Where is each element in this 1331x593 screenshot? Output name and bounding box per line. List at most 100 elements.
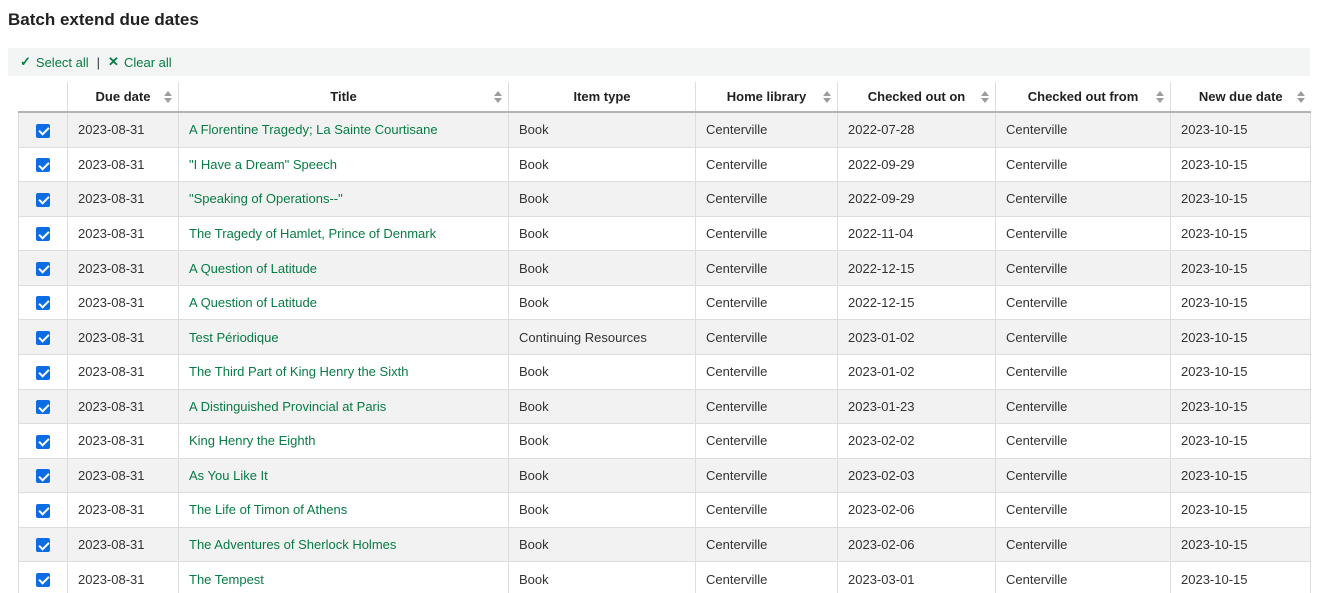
title-link[interactable]: The Third Part of King Henry the Sixth	[189, 364, 408, 379]
sort-icon[interactable]	[1297, 91, 1305, 103]
cell-checked-out-on: 2022-07-28	[838, 112, 996, 147]
page-title: Batch extend due dates	[8, 8, 1323, 32]
row-checkbox[interactable]	[36, 538, 50, 552]
sort-icon[interactable]	[164, 91, 172, 103]
table-row: 2023-08-31 The Adventures of Sherlock Hol…	[19, 527, 1311, 562]
cell-item-type: Book	[509, 147, 696, 182]
table-row: 2023-08-31King Henry the EighthBookCente…	[19, 424, 1311, 459]
title-link[interactable]: A Distinguished Provincial at Paris	[189, 399, 386, 414]
title-link[interactable]: A Question of Latitude	[189, 295, 317, 310]
checkbox-cell	[19, 458, 68, 493]
cell-due-date: 2023-08-31	[68, 458, 179, 493]
column-header-checked_out_from[interactable]: Checked out from	[996, 82, 1171, 112]
select-all-link[interactable]: ✓ Select all	[20, 54, 89, 70]
cell-title: "Speaking of Operations--"	[179, 182, 509, 217]
cell-checked-out-from: Centerville	[996, 320, 1171, 355]
cell-checked-out-on: 2023-02-06	[838, 527, 996, 562]
cell-new-due-date: 2023-10-15	[1171, 458, 1311, 493]
row-checkbox[interactable]	[36, 296, 50, 310]
cell-checked-out-on: 2023-02-02	[838, 424, 996, 459]
row-checkbox[interactable]	[36, 504, 50, 518]
checkbox-cell	[19, 112, 68, 147]
title-link[interactable]: The Adventures of Sherlock Holmes	[189, 537, 396, 552]
cell-item-type: Book	[509, 216, 696, 251]
title-link[interactable]: A Florentine Tragedy; La Sainte Courtisa…	[189, 122, 438, 137]
column-header-home_library[interactable]: Home library	[696, 82, 838, 112]
title-link[interactable]: The Life of Timon of Athens	[189, 502, 347, 517]
table-row: 2023-08-31As You Like ItBookCenterville2…	[19, 458, 1311, 493]
cell-checked-out-from: Centerville	[996, 147, 1171, 182]
title-link[interactable]: "Speaking of Operations--"	[189, 191, 343, 206]
cell-checked-out-from: Centerville	[996, 216, 1171, 251]
sort-icon[interactable]	[494, 91, 502, 103]
checkbox-cell	[19, 285, 68, 320]
column-label: Item type	[573, 89, 630, 104]
clear-all-link[interactable]: ✕ Clear all	[108, 54, 172, 70]
cell-due-date: 2023-08-31	[68, 112, 179, 147]
cell-home-library: Centerville	[696, 527, 838, 562]
row-checkbox[interactable]	[36, 331, 50, 345]
sort-icon[interactable]	[1156, 91, 1164, 103]
cell-title: A Florentine Tragedy; La Sainte Courtisa…	[179, 112, 509, 147]
cell-new-due-date: 2023-10-15	[1171, 112, 1311, 147]
title-link[interactable]: A Question of Latitude	[189, 261, 317, 276]
row-checkbox[interactable]	[36, 469, 50, 483]
cell-new-due-date: 2023-10-15	[1171, 216, 1311, 251]
cell-home-library: Centerville	[696, 389, 838, 424]
title-link[interactable]: The Tempest	[189, 572, 264, 587]
cell-checked-out-on: 2023-03-01	[838, 562, 996, 593]
row-checkbox[interactable]	[36, 193, 50, 207]
checkbox-cell	[19, 527, 68, 562]
row-checkbox[interactable]	[36, 158, 50, 172]
title-link[interactable]: The Tragedy of Hamlet, Prince of Denmark	[189, 226, 436, 241]
cell-checked-out-from: Centerville	[996, 354, 1171, 389]
cell-home-library: Centerville	[696, 458, 838, 493]
table-row: 2023-08-31Test PériodiqueContinuing Reso…	[19, 320, 1311, 355]
cell-home-library: Centerville	[696, 562, 838, 593]
cell-due-date: 2023-08-31	[68, 389, 179, 424]
cell-checked-out-from: Centerville	[996, 182, 1171, 217]
row-checkbox[interactable]	[36, 124, 50, 138]
title-link[interactable]: King Henry the Eighth	[189, 433, 315, 448]
checkbox-cell	[19, 182, 68, 217]
cell-home-library: Centerville	[696, 216, 838, 251]
cell-due-date: 2023-08-31	[68, 493, 179, 528]
column-header-new_due_date[interactable]: New due date	[1171, 82, 1311, 112]
row-checkbox[interactable]	[36, 366, 50, 380]
row-checkbox[interactable]	[36, 262, 50, 276]
column-header-title[interactable]: Title	[179, 82, 509, 112]
cell-new-due-date: 2023-10-15	[1171, 354, 1311, 389]
row-checkbox[interactable]	[36, 573, 50, 587]
sort-icon[interactable]	[981, 91, 989, 103]
cell-new-due-date: 2023-10-15	[1171, 527, 1311, 562]
cell-new-due-date: 2023-10-15	[1171, 493, 1311, 528]
cell-checked-out-from: Centerville	[996, 389, 1171, 424]
cell-checked-out-on: 2023-02-03	[838, 458, 996, 493]
title-link[interactable]: Test Périodique	[189, 330, 279, 345]
cell-item-type: Book	[509, 251, 696, 286]
cell-due-date: 2023-08-31	[68, 354, 179, 389]
column-label: New due date	[1199, 89, 1283, 104]
cell-checked-out-on: 2022-11-04	[838, 216, 996, 251]
column-header-checked_out_on[interactable]: Checked out on	[838, 82, 996, 112]
cell-title: A Distinguished Provincial at Paris	[179, 389, 509, 424]
cell-due-date: 2023-08-31	[68, 527, 179, 562]
checkbox-cell	[19, 216, 68, 251]
cell-new-due-date: 2023-10-15	[1171, 389, 1311, 424]
column-label: Checked out from	[1028, 89, 1139, 104]
row-checkbox[interactable]	[36, 227, 50, 241]
cell-checked-out-from: Centerville	[996, 458, 1171, 493]
cell-item-type: Book	[509, 389, 696, 424]
sort-icon[interactable]	[823, 91, 831, 103]
row-checkbox[interactable]	[36, 435, 50, 449]
cell-title: The Life of Timon of Athens	[179, 493, 509, 528]
cell-title: King Henry the Eighth	[179, 424, 509, 459]
cell-checked-out-on: 2022-09-29	[838, 182, 996, 217]
row-checkbox[interactable]	[36, 400, 50, 414]
cell-new-due-date: 2023-10-15	[1171, 147, 1311, 182]
title-link[interactable]: As You Like It	[189, 468, 268, 483]
title-link[interactable]: "I Have a Dream" Speech	[189, 157, 337, 172]
cell-checked-out-from: Centerville	[996, 285, 1171, 320]
checkbox-cell	[19, 562, 68, 593]
column-header-due_date[interactable]: Due date	[68, 82, 179, 112]
